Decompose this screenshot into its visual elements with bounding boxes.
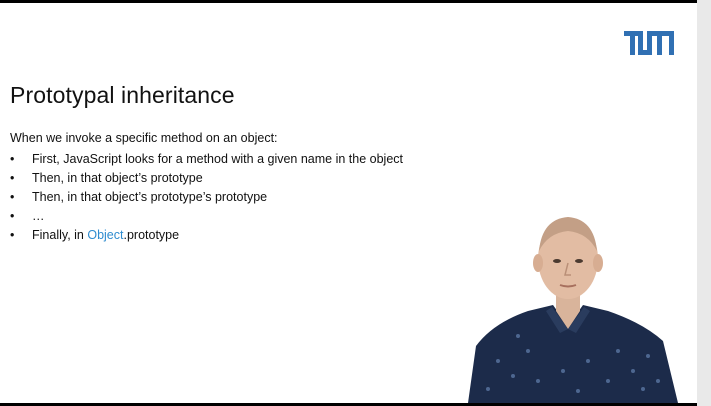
slide-title: Prototypal inheritance [10,82,235,108]
list-item: • Then, in that object’s prototype’s pro… [10,188,403,207]
bullet-text: … [32,209,45,223]
list-item: • Then, in that object’s prototype [10,169,403,188]
bullet-icon: • [10,152,15,166]
bullet-icon: • [10,209,15,223]
slide-intro-text: When we invoke a specific method on an o… [10,131,278,145]
bullet-icon: • [10,190,15,204]
bullet-icon: • [10,228,15,242]
bullet-text: Then, in that object’s prototype [32,171,203,185]
bullet-text-suffix: .prototype [123,228,180,242]
slide: Prototypal inheritance When we invoke a … [0,3,697,403]
list-item: • … [10,207,403,226]
tum-logo-icon [624,31,674,55]
bullet-text-prefix: Finally, in [32,228,88,242]
presenter-video-icon [468,217,678,403]
bullet-text: First, JavaScript looks for a method wit… [32,152,404,166]
video-frame: Prototypal inheritance When we invoke a … [0,0,711,406]
bullet-text: Finally, in Object.prototype [32,226,179,245]
list-item: • First, JavaScript looks for a method w… [10,150,403,169]
object-keyword: Object [87,228,124,242]
bullet-icon: • [10,171,15,185]
bullet-list: • First, JavaScript looks for a method w… [10,150,403,245]
list-item: • Finally, in Object.prototype [10,226,403,245]
right-edge-bar [697,0,711,406]
bullet-text: Then, in that object’s prototype’s proto… [32,190,268,204]
